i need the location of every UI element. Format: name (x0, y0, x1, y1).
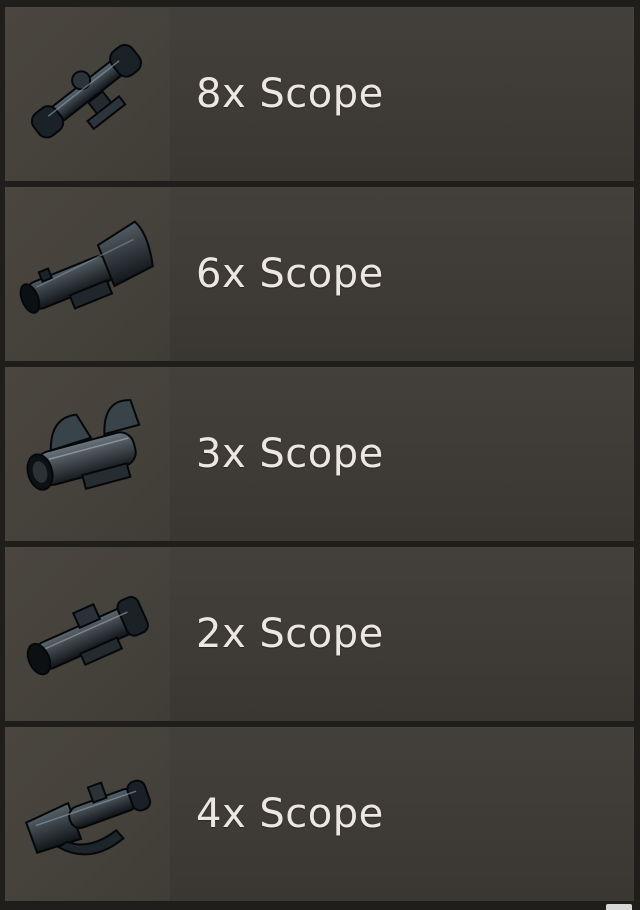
scroll-indicator (606, 904, 632, 910)
item-thumbnail (5, 367, 170, 541)
scope-4x-icon (24, 779, 151, 856)
scope-3x-icon (26, 399, 140, 491)
scope-2x-icon (26, 596, 149, 676)
list-item-8x-scope[interactable]: 8x Scope (5, 7, 634, 181)
item-label: 3x Scope (196, 431, 384, 477)
item-label: 8x Scope (196, 71, 384, 117)
item-label: 2x Scope (196, 611, 384, 657)
list-item-6x-scope[interactable]: 6x Scope (5, 187, 634, 361)
item-thumbnail (5, 187, 170, 361)
list-item-4x-scope[interactable]: 4x Scope (5, 727, 634, 901)
item-thumbnail (5, 7, 170, 181)
item-thumbnail (5, 727, 170, 901)
list-item-2x-scope[interactable]: 2x Scope (5, 547, 634, 721)
item-thumbnail (5, 547, 170, 721)
scope-8x-icon (30, 44, 142, 139)
item-label: 6x Scope (196, 251, 384, 297)
scope-6x-icon (19, 220, 154, 314)
item-label: 4x Scope (196, 791, 384, 837)
attachment-list: 8x Scope 6x Scope 3x Scope 2x Scope 4x S… (0, 0, 640, 910)
list-item-3x-scope[interactable]: 3x Scope (5, 367, 634, 541)
